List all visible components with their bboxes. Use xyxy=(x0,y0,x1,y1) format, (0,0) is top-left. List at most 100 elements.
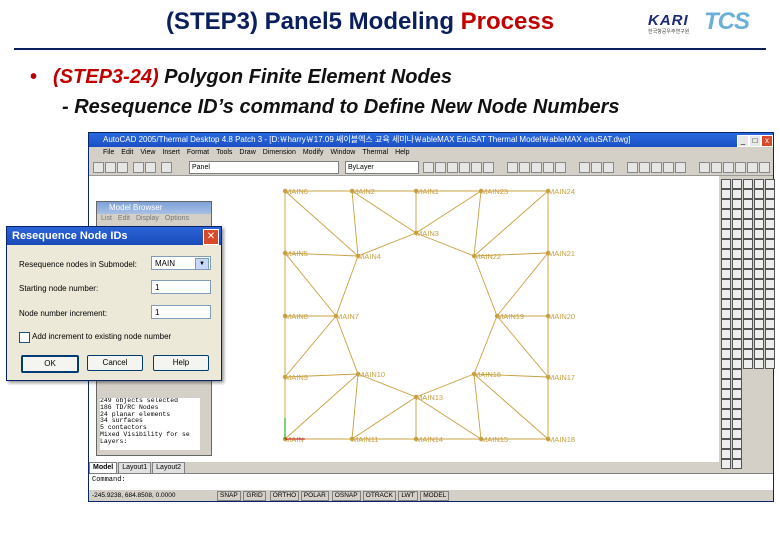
menu-file[interactable]: File xyxy=(103,149,114,156)
redo-icon[interactable] xyxy=(145,162,156,173)
tool-icon[interactable] xyxy=(765,319,775,329)
tool-icon[interactable] xyxy=(732,289,742,299)
layer-combo[interactable]: Panel xyxy=(189,161,339,174)
tool-icon[interactable] xyxy=(732,409,742,419)
view-tool-icon[interactable] xyxy=(675,162,686,173)
tool-icon[interactable] xyxy=(743,299,753,309)
display-tool-icon[interactable] xyxy=(579,162,590,173)
tool-icon[interactable] xyxy=(743,359,753,369)
menu-tools[interactable]: Tools xyxy=(216,149,232,156)
tool-icon[interactable] xyxy=(732,319,742,329)
tool-icon[interactable] xyxy=(721,369,731,379)
tool-icon[interactable] xyxy=(721,389,731,399)
display-tool-icon[interactable] xyxy=(591,162,602,173)
tool-icon[interactable] xyxy=(754,329,764,339)
tool-icon[interactable] xyxy=(732,259,742,269)
status-toggle-lwt[interactable]: LWT xyxy=(398,491,418,501)
model-browser-title[interactable]: Model Browser xyxy=(97,202,211,214)
view-tool-icon[interactable] xyxy=(651,162,662,173)
minimize-button[interactable]: _ xyxy=(737,135,749,147)
tool-icon[interactable] xyxy=(721,349,731,359)
browser-menu-display[interactable]: Display xyxy=(136,215,159,222)
tool-icon[interactable] xyxy=(732,429,742,439)
zoom-icon[interactable] xyxy=(543,162,554,173)
tool-icon[interactable] xyxy=(754,319,764,329)
tool-icon[interactable] xyxy=(743,219,753,229)
zoom-icon[interactable] xyxy=(531,162,542,173)
tool-icon[interactable] xyxy=(732,279,742,289)
browser-menu-options[interactable]: Options xyxy=(165,215,189,222)
tool-icon[interactable] xyxy=(743,229,753,239)
autocad-title-bar[interactable]: AutoCAD 2005/Thermal Desktop 4.8 Patch 3… xyxy=(89,133,773,147)
tool-icon[interactable] xyxy=(732,379,742,389)
status-toggle-snap[interactable]: SNAP xyxy=(217,491,241,501)
tool-icon[interactable] xyxy=(754,239,764,249)
tool-icon[interactable] xyxy=(765,179,775,189)
tool-icon[interactable] xyxy=(754,279,764,289)
status-toggle-ortho[interactable]: ORTHO xyxy=(269,491,300,501)
tool-icon[interactable] xyxy=(754,179,764,189)
menu-thermal[interactable]: Thermal xyxy=(362,149,388,156)
tool-icon[interactable] xyxy=(743,319,753,329)
tool-icon[interactable] xyxy=(732,329,742,339)
tool-icon[interactable] xyxy=(765,189,775,199)
tool-icon[interactable] xyxy=(765,309,775,319)
tool-icon[interactable] xyxy=(765,259,775,269)
tool-icon[interactable] xyxy=(721,199,731,209)
tool-icon[interactable] xyxy=(754,359,764,369)
tool-icon[interactable] xyxy=(732,179,742,189)
tool-icon[interactable] xyxy=(754,339,764,349)
tool-icon[interactable] xyxy=(754,259,764,269)
tool-icon[interactable] xyxy=(732,449,742,459)
tool-icon[interactable] xyxy=(754,199,764,209)
menu-insert[interactable]: Insert xyxy=(162,149,180,156)
display-tool-icon[interactable] xyxy=(603,162,614,173)
tool-icon[interactable] xyxy=(754,289,764,299)
maximize-button[interactable]: □ xyxy=(749,135,761,147)
tool-icon[interactable] xyxy=(732,349,742,359)
tool-icon[interactable] xyxy=(721,449,731,459)
tool-icon[interactable] xyxy=(743,259,753,269)
tool-icon[interactable] xyxy=(754,299,764,309)
tool-icon[interactable] xyxy=(721,379,731,389)
zoom-icon[interactable] xyxy=(555,162,566,173)
tool-icon[interactable] xyxy=(743,209,753,219)
tool-icon[interactable] xyxy=(732,299,742,309)
tool-icon[interactable] xyxy=(721,439,731,449)
tool-icon[interactable] xyxy=(765,229,775,239)
start-number-field[interactable]: 1 xyxy=(151,280,211,294)
close-button[interactable]: x xyxy=(761,135,773,147)
tool-icon[interactable] xyxy=(754,309,764,319)
tool-icon[interactable] xyxy=(721,359,731,369)
tool-icon[interactable] xyxy=(743,179,753,189)
view-tool-icon[interactable] xyxy=(627,162,638,173)
tool-icon[interactable] xyxy=(743,239,753,249)
tool-icon[interactable] xyxy=(754,229,764,239)
browser-menu-list[interactable]: List xyxy=(101,215,112,222)
tool-icon[interactable] xyxy=(732,419,742,429)
tool-icon[interactable] xyxy=(743,269,753,279)
status-toggle-otrack[interactable]: OTRACK xyxy=(362,491,396,501)
tool-icon[interactable] xyxy=(732,359,742,369)
thermal-tool-icon[interactable] xyxy=(423,162,434,173)
tool-icon[interactable] xyxy=(765,209,775,219)
save-icon[interactable] xyxy=(117,162,128,173)
cancel-button[interactable]: Cancel xyxy=(87,355,143,371)
tool-icon[interactable] xyxy=(765,269,775,279)
tool-icon[interactable] xyxy=(765,329,775,339)
layer-manager-icon[interactable] xyxy=(161,162,172,173)
zoom-icon[interactable] xyxy=(507,162,518,173)
tool-icon[interactable] xyxy=(721,409,731,419)
tool-icon[interactable] xyxy=(721,249,731,259)
tool-icon[interactable] xyxy=(721,399,731,409)
tool-icon[interactable] xyxy=(765,199,775,209)
tool-icon[interactable] xyxy=(765,249,775,259)
tool-icon[interactable] xyxy=(721,429,731,439)
tool-icon[interactable] xyxy=(732,339,742,349)
thermal-tool-icon[interactable] xyxy=(435,162,446,173)
render-tool-icon[interactable] xyxy=(699,162,710,173)
tool-icon[interactable] xyxy=(732,459,742,469)
tool-icon[interactable] xyxy=(743,309,753,319)
tool-icon[interactable] xyxy=(721,299,731,309)
status-toggle-grid[interactable]: GRID xyxy=(243,491,266,501)
